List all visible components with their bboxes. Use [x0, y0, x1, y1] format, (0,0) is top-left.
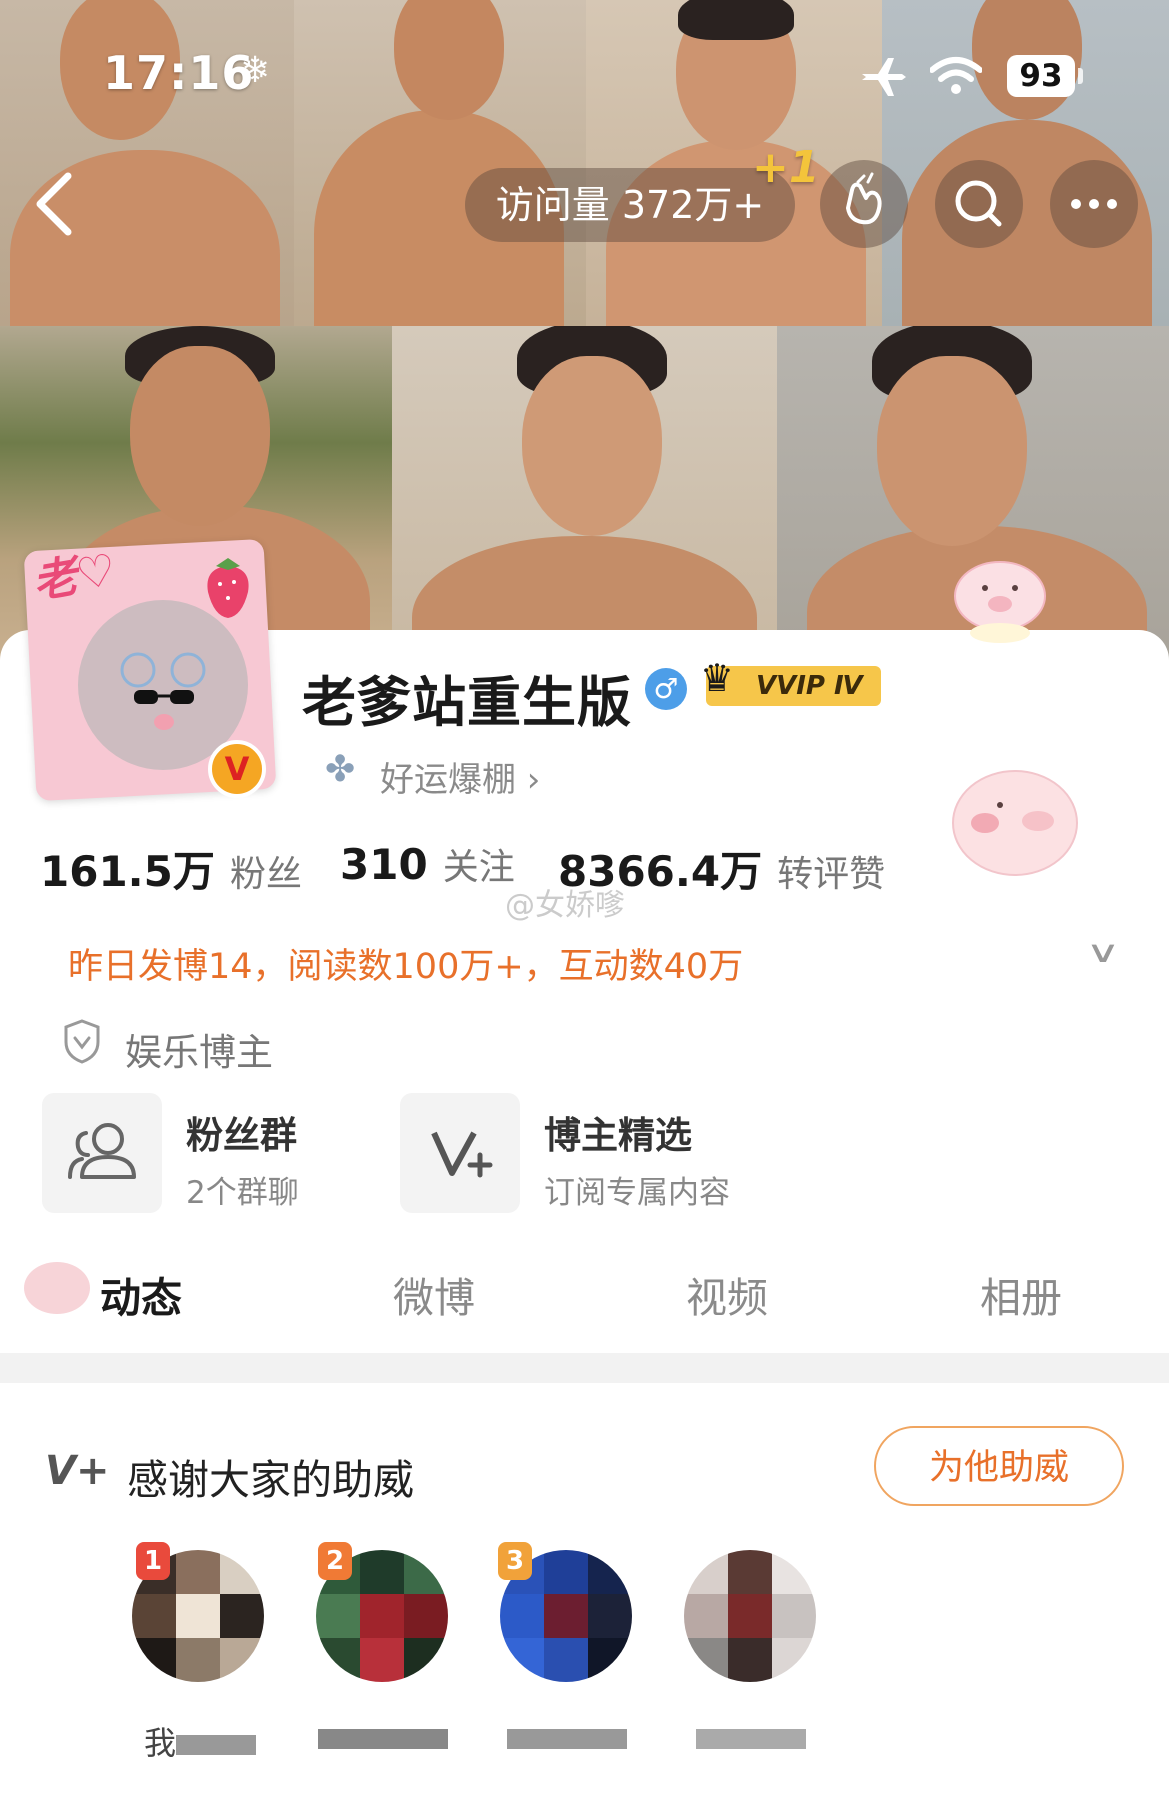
supporter-name: [666, 1718, 836, 1756]
feature-subtitle: 2个群聊: [186, 1175, 299, 1211]
snowflake-icon: ❄: [240, 50, 271, 91]
pig-sticker-icon: [24, 1262, 90, 1314]
support-button[interactable]: 为他助威: [874, 1426, 1124, 1506]
cover-photo: [392, 326, 777, 660]
stat-label: 粉丝: [229, 854, 302, 895]
supporter-name: 我: [115, 1718, 285, 1764]
battery-nub: [1078, 68, 1083, 84]
profile-name: 老爹站重生版: [302, 671, 632, 734]
supporter-name: [482, 1718, 652, 1756]
pig-sticker-icon: [954, 561, 1046, 643]
search-icon: [955, 180, 1002, 227]
like-hand-button[interactable]: [820, 160, 908, 248]
cover-photo: [294, 0, 586, 326]
fan-group-button[interactable]: [42, 1093, 162, 1213]
rank-badge: 2: [318, 1542, 352, 1580]
watermark: @女娇嗲: [505, 888, 625, 923]
back-arrow-icon[interactable]: [30, 170, 78, 238]
tab-posts[interactable]: 动态: [100, 1264, 182, 1324]
rank-badge: 3: [498, 1542, 532, 1580]
supporter-name: [298, 1718, 468, 1756]
group-icon: [68, 1123, 136, 1179]
stat-fans[interactable]: 161.5万 粉丝: [40, 838, 302, 899]
tab-albums[interactable]: 相册: [980, 1264, 1062, 1324]
feature-subtitle: 订阅专属内容: [544, 1175, 730, 1211]
visit-plus-one: +1: [752, 142, 820, 193]
rank-badge: 1: [136, 1542, 170, 1580]
feature-title[interactable]: 博主精选: [544, 1105, 692, 1159]
blogger-picks-button[interactable]: [400, 1093, 520, 1213]
stat-label: 转评赞: [777, 854, 886, 895]
pig-sticker-icon: [952, 770, 1078, 876]
visit-count-pill[interactable]: 访问量 372万+: [465, 168, 795, 242]
v-plus-icon: [431, 1131, 493, 1178]
section-divider: [0, 1353, 1169, 1383]
wifi-icon: [930, 57, 982, 94]
search-button[interactable]: [935, 160, 1023, 248]
support-title: 感谢大家的助威: [127, 1456, 414, 1504]
male-gender-icon: ♂: [645, 668, 687, 710]
activity-summary: 昨日发博14，阅读数100万+，互动数40万: [68, 947, 744, 987]
supporter-name-text: 我: [143, 1724, 176, 1762]
luck-status-link[interactable]: 好运爆棚 ›: [380, 752, 540, 801]
v-plus-icon: V+: [45, 1448, 110, 1494]
tab-videos[interactable]: 视频: [686, 1264, 768, 1324]
shield-icon: [64, 1019, 100, 1064]
more-button[interactable]: [1050, 160, 1138, 248]
tab-weibo[interactable]: 微博: [393, 1264, 475, 1324]
supporter-avatar[interactable]: [684, 1550, 816, 1682]
hand-icon: [846, 172, 882, 225]
blogger-category: 娱乐博主: [125, 1031, 273, 1074]
feature-title[interactable]: 粉丝群: [186, 1105, 297, 1159]
verified-v-badge: V: [208, 740, 266, 798]
stat-following[interactable]: 310 关注: [340, 838, 515, 890]
battery-indicator: 93: [1007, 55, 1075, 97]
stat-label: 关注: [442, 847, 515, 888]
stat-value: 161.5万: [40, 847, 215, 896]
stat-value: 310: [340, 840, 428, 889]
status-time: 17:16: [103, 46, 255, 100]
airplane-icon: [862, 58, 906, 96]
more-dots-icon: [1071, 199, 1117, 209]
crown-icon: ♛: [700, 656, 735, 700]
clover-icon: ✤: [325, 749, 356, 790]
chevron-down-icon[interactable]: ∨: [1085, 935, 1120, 970]
